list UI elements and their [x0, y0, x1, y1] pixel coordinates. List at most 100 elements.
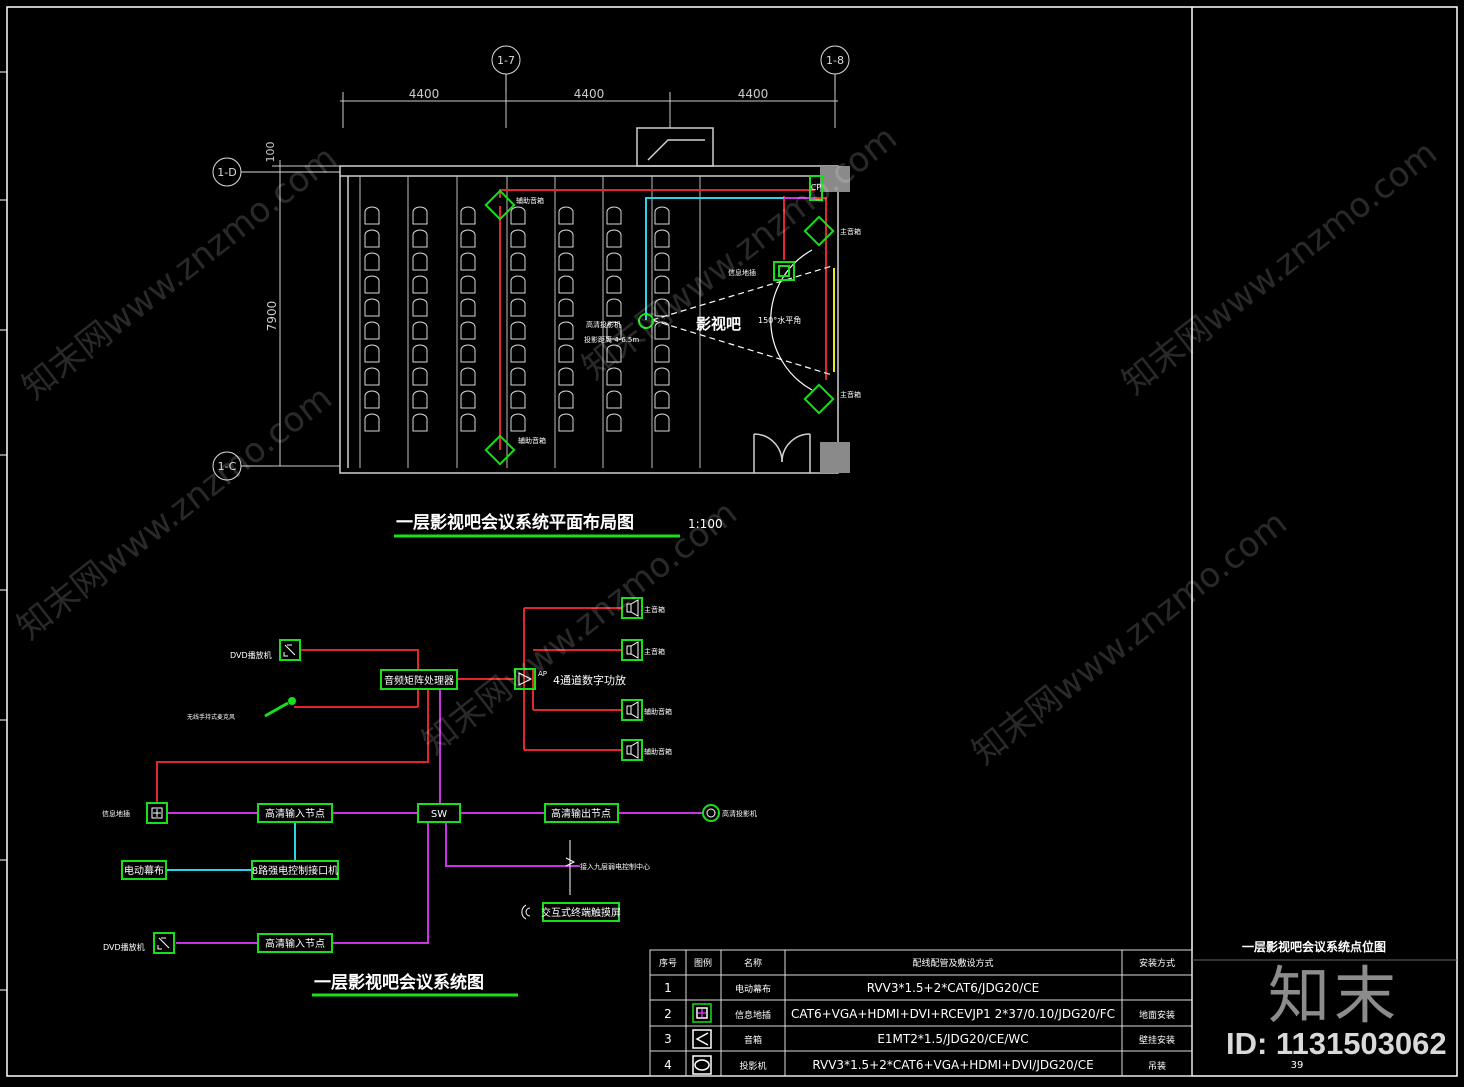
rear-speaker-bottom-label: 辅助音箱: [518, 436, 546, 445]
row3-name: 音箱: [744, 1034, 762, 1046]
seat-icon: [654, 390, 670, 409]
hd-out-label: 高清输出节点: [551, 807, 611, 820]
seat-icon: [510, 390, 526, 409]
seat-icon: [412, 344, 428, 363]
seat-icon: [364, 298, 380, 317]
seat-icon: [510, 229, 526, 248]
microphone-icon: [264, 697, 296, 718]
plan-title: 一层影视吧会议系统平面布局图: [396, 512, 634, 533]
seat-icon: [412, 252, 428, 271]
seat-icon: [460, 206, 476, 225]
frame-ticks: [0, 71, 7, 991]
system-title: 一层影视吧会议系统图: [314, 972, 484, 993]
axis-label-left-top: 1-D: [217, 166, 236, 179]
seat-icon: [412, 229, 428, 248]
axis-label-top-left: 1-7: [497, 54, 515, 67]
dim-100: 100: [264, 142, 277, 163]
seat-icon: [412, 206, 428, 225]
mic-label: 无线手持式麦克风: [187, 713, 235, 721]
seat-icon: [460, 413, 476, 432]
connect-note-symbol: [565, 840, 576, 895]
seat-icon: [510, 321, 526, 340]
seat-icon: [412, 275, 428, 294]
seat-icon: [412, 298, 428, 317]
th-install: 安装方式: [1139, 957, 1175, 969]
seat-icon: [558, 275, 574, 294]
seat-icon: [606, 413, 622, 432]
angle-label: 150°水平角: [758, 315, 801, 325]
out2-speaker-icon: [621, 639, 643, 661]
seat-icon: [460, 390, 476, 409]
row4-wiring: RVV3*1.5+2*CAT6+VGA+HDMI+DVI/JDG20/CE: [812, 1058, 1093, 1072]
hd-in-2-label: 高清输入节点: [265, 937, 325, 950]
out1-label: 主音箱: [644, 605, 665, 614]
th-name: 名称: [744, 957, 762, 969]
axis-label-top-right: 1-8: [826, 54, 844, 67]
seat-icon: [558, 413, 574, 432]
seat-icon: [364, 206, 380, 225]
hd-in-1-label: 高清输入节点: [265, 807, 325, 820]
seat-icon: [412, 390, 428, 409]
main-speaker-top-label: 主音箱: [840, 227, 861, 236]
system-labels: DVD播放机 无线手持式麦克风 音频矩阵处理器 AP 4通道数字功放 主音箱 主…: [102, 605, 757, 952]
main-speaker-bottom-label: 主音箱: [840, 390, 861, 399]
seat-icon: [460, 229, 476, 248]
seat-icon: [364, 390, 380, 409]
matrix-label: 音频矩阵处理器: [384, 674, 454, 687]
dvd-bottom-label: DVD播放机: [103, 942, 145, 952]
projector-sys-label: 高清投影机: [722, 809, 757, 818]
seat-icon: [510, 298, 526, 317]
legend-table-headers: 序号 图例 名称 配线配管及敷设方式 安装方式: [659, 957, 1175, 969]
seat-icon: [606, 252, 622, 271]
seat-icon: [606, 275, 622, 294]
row3-install: 壁挂安装: [1139, 1034, 1175, 1046]
legend-table-symbols: [692, 1003, 712, 1075]
seat-icon: [364, 367, 380, 386]
dim-4400-a: 4400: [409, 87, 440, 101]
seat-icon: [510, 206, 526, 225]
row4-install: 吊装: [1148, 1060, 1166, 1072]
th-symbol: 图例: [694, 957, 712, 969]
id-watermark: ID: 1131503062: [1226, 1026, 1447, 1061]
row2-name: 信息地插: [735, 1009, 771, 1021]
seat-icon: [654, 367, 670, 386]
row2-wiring: CAT6+VGA+HDMI+DVI+RCEVJP1 2*37/0.10/JDG2…: [791, 1007, 1115, 1021]
row2-install: 地面安装: [1139, 1009, 1175, 1021]
seat-icon: [510, 252, 526, 271]
dim-4400-c: 4400: [738, 87, 769, 101]
seat-icon: [606, 229, 622, 248]
connect-note-label: 接入九层弱电控制中心: [580, 862, 650, 871]
seat-icon: [460, 298, 476, 317]
seat-icon: [364, 275, 380, 294]
speaker-main-bottom-icon: [803, 383, 835, 415]
row2-no: 2: [664, 1007, 672, 1021]
dim-4400-b: 4400: [574, 87, 605, 101]
out2-label: 主音箱: [644, 647, 665, 656]
seat-icon: [654, 252, 670, 271]
rear-speaker-top-label: 辅助音箱: [516, 196, 544, 205]
seat-icon: [606, 206, 622, 225]
row1-name: 电动幕布: [735, 983, 771, 995]
touch-label: 交互式终端触摸屏: [541, 906, 621, 919]
seat-icon: [558, 321, 574, 340]
th-wiring: 配线配管及敷设方式: [912, 957, 993, 969]
th-no: 序号: [659, 957, 677, 969]
seat-icon: [606, 390, 622, 409]
seat-icon: [510, 367, 526, 386]
seat-icon: [364, 252, 380, 271]
seat-icon: [654, 344, 670, 363]
seat-icon: [412, 413, 428, 432]
relay-label: 8路强电控制接口机: [252, 864, 338, 877]
sw-label: SW: [431, 809, 447, 820]
seat-icon: [558, 206, 574, 225]
seat-icon: [412, 321, 428, 340]
row1-no: 1: [664, 981, 672, 995]
floor-box-icon: [773, 261, 795, 281]
brand-watermark: 知末: [1268, 959, 1401, 1032]
out4-speaker-icon: [621, 739, 643, 761]
row3-wiring: E1MT2*1.5/JDG20/CE/WC: [877, 1032, 1028, 1046]
seat-icon: [460, 367, 476, 386]
seat-icon: [364, 344, 380, 363]
dim-7900: 7900: [265, 301, 279, 332]
seat-icon: [412, 367, 428, 386]
